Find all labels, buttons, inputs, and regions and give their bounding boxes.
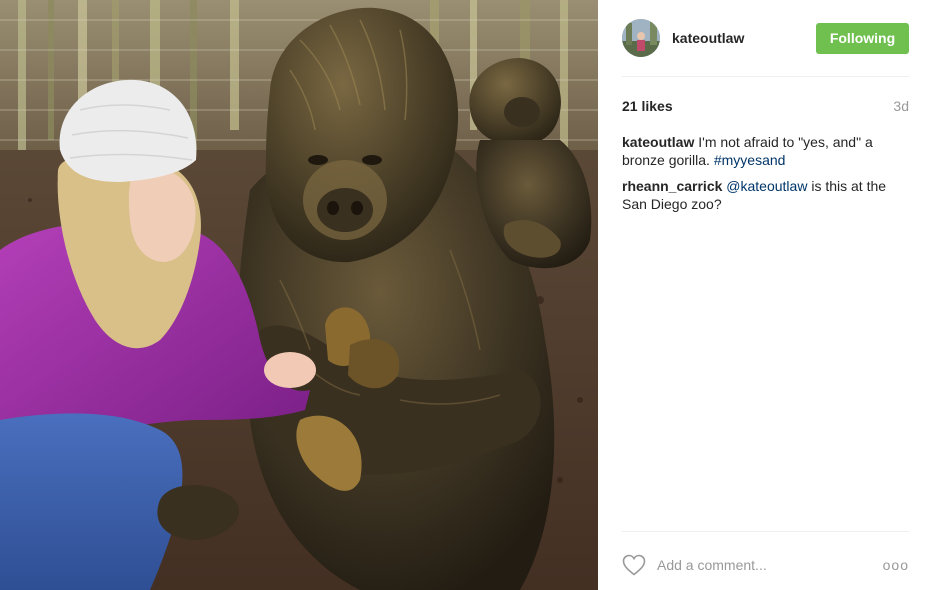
comment-input[interactable] — [657, 557, 883, 573]
comment-username[interactable]: kateoutlaw — [622, 134, 694, 150]
more-options-button[interactable]: ooo — [883, 557, 909, 573]
header-divider — [622, 76, 909, 77]
comment-bar: ooo — [622, 551, 909, 579]
likes-count[interactable]: 21 likes — [622, 98, 673, 114]
heart-icon[interactable] — [622, 554, 646, 576]
comment-item: rheann_carrick @kateoutlaw is this at th… — [622, 177, 909, 213]
post-photo-art — [0, 0, 598, 590]
mention-link[interactable]: @kateoutlaw — [726, 178, 807, 194]
footer-divider — [622, 531, 909, 532]
hashtag-link[interactable]: #myyesand — [714, 152, 786, 168]
following-button[interactable]: Following — [816, 22, 909, 54]
post-header: kateoutlaw Following — [622, 17, 909, 59]
post-sidebar: kateoutlaw Following 21 likes 3d kateout… — [598, 0, 930, 590]
comment-item: kateoutlaw I'm not afraid to "yes, and" … — [622, 133, 909, 169]
header-username[interactable]: kateoutlaw — [672, 30, 816, 46]
post-stats: 21 likes 3d — [622, 96, 909, 116]
post-time[interactable]: 3d — [893, 98, 909, 114]
post-photo[interactable] — [0, 0, 598, 590]
comment-list: kateoutlaw I'm not afraid to "yes, and" … — [622, 133, 909, 221]
avatar[interactable] — [622, 19, 660, 57]
comment-username[interactable]: rheann_carrick — [622, 178, 722, 194]
profile-avatar-icon — [622, 19, 660, 57]
